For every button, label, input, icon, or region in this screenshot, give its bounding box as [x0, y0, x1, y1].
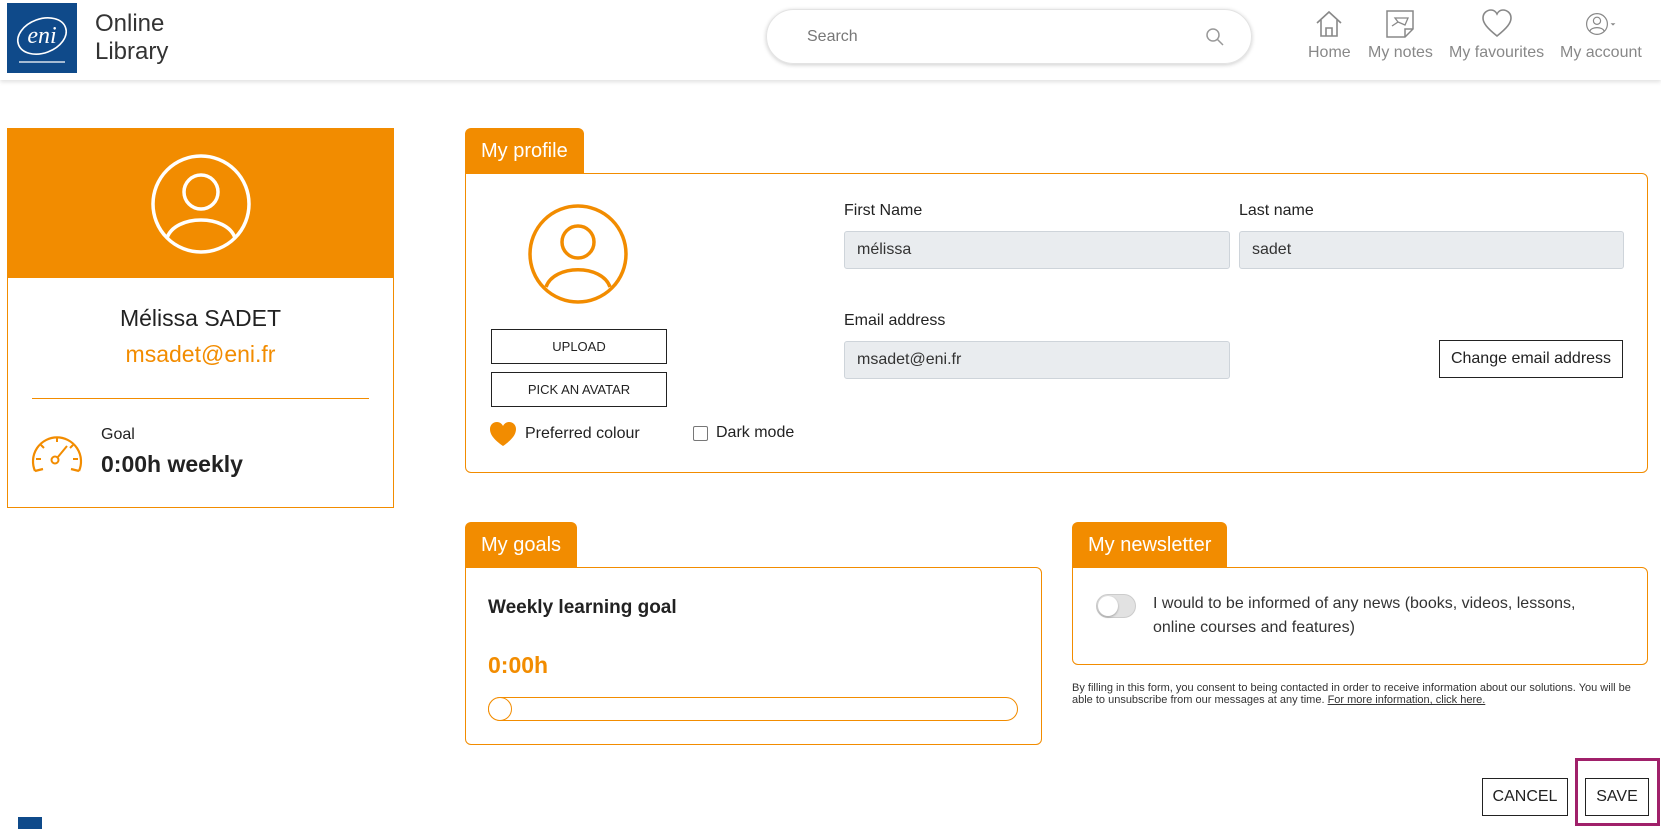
slider-handle[interactable]: [488, 697, 512, 721]
save-button[interactable]: SAVE: [1585, 778, 1649, 816]
my-newsletter-panel: I would to be informed of any news (book…: [1072, 567, 1648, 665]
search-icon[interactable]: [1205, 27, 1225, 47]
upload-button[interactable]: UPLOAD: [491, 329, 667, 364]
newsletter-toggle[interactable]: [1096, 594, 1136, 618]
card-divider: [32, 398, 369, 399]
email-label: Email address: [844, 312, 946, 329]
preferred-colour-label: Preferred colour: [525, 425, 640, 442]
nav-home[interactable]: Home: [1308, 8, 1351, 62]
email-field[interactable]: msadet@eni.fr: [844, 341, 1230, 379]
home-icon: [1316, 10, 1342, 37]
cancel-button[interactable]: CANCEL: [1482, 778, 1568, 816]
nav-home-label: Home: [1308, 44, 1351, 61]
search-bar: [766, 9, 1252, 64]
my-profile-panel: UPLOAD PICK AN AVATAR Preferred colour D…: [465, 173, 1648, 473]
profile-summary-card: Mélissa SADET msadet@eni.fr Goal 0:00h w…: [7, 128, 394, 508]
last-name-label: Last name: [1239, 202, 1314, 219]
dark-mode-label: Dark mode: [716, 424, 795, 441]
tab-my-newsletter: My newsletter: [1072, 522, 1228, 568]
heart-filled-icon: [490, 422, 516, 446]
goal-label: Goal: [101, 426, 135, 443]
speedometer-icon: [31, 436, 83, 473]
weekly-goal-title: Weekly learning goal: [488, 597, 677, 618]
dark-mode-option[interactable]: Dark mode: [693, 424, 794, 442]
user-name: Mélissa SADET: [119, 305, 282, 331]
first-name-field[interactable]: mélissa: [844, 231, 1230, 269]
nav-my-account-label: My account: [1560, 44, 1642, 61]
card-banner: [8, 129, 393, 278]
account-icon: [1585, 13, 1616, 35]
pick-avatar-button[interactable]: PICK AN AVATAR: [491, 372, 667, 407]
nav-my-favourites-label: My favourites: [1449, 44, 1545, 61]
tab-my-goals: My goals: [465, 522, 578, 568]
app-title-line1: Online: [95, 10, 165, 37]
app-title-line2: Library: [95, 38, 169, 65]
first-name-label: First Name: [844, 202, 923, 219]
my-goals-panel: Weekly learning goal 0:00h: [465, 567, 1042, 745]
preferred-colour[interactable]: Preferred colour: [489, 421, 640, 447]
svg-text:eni: eni: [27, 23, 56, 49]
weekly-goal-slider[interactable]: [488, 697, 1018, 721]
goal-value: 0:00h weekly: [101, 451, 243, 477]
tab-my-profile: My profile: [465, 128, 584, 174]
top-header: eni Online Library Home My notes: [0, 0, 1661, 80]
dark-mode-checkbox[interactable]: [693, 425, 708, 441]
more-info-link[interactable]: For more information, click here.: [1328, 694, 1486, 706]
consent-notice: By filling in this form, you consent to …: [1072, 682, 1654, 706]
logo-mark-icon: eni: [16, 17, 68, 63]
nav-my-account[interactable]: My account: [1560, 8, 1642, 62]
nav-my-notes-label: My notes: [1368, 44, 1433, 61]
nav-my-notes[interactable]: My notes: [1368, 8, 1433, 62]
profile-picture-icon: [528, 204, 628, 304]
toggle-knob: [1098, 596, 1118, 616]
weekly-goal-amount: 0:00h: [488, 652, 549, 678]
notes-icon: [1386, 10, 1415, 38]
newsletter-text: I would to be informed of any news (book…: [1153, 595, 1576, 636]
heart-icon: [1481, 9, 1512, 38]
user-email: msadet@eni.fr: [125, 341, 276, 367]
app-title: Online Library: [95, 10, 168, 66]
eni-logo[interactable]: eni: [7, 3, 77, 73]
user-avatar-icon: [150, 153, 251, 254]
change-email-button[interactable]: Change email address: [1439, 340, 1623, 378]
brand-corner-mark: [18, 817, 42, 829]
nav-my-favourites[interactable]: My favourites: [1449, 8, 1544, 62]
last-name-field[interactable]: sadet: [1239, 231, 1624, 269]
search-input[interactable]: [807, 24, 1187, 50]
